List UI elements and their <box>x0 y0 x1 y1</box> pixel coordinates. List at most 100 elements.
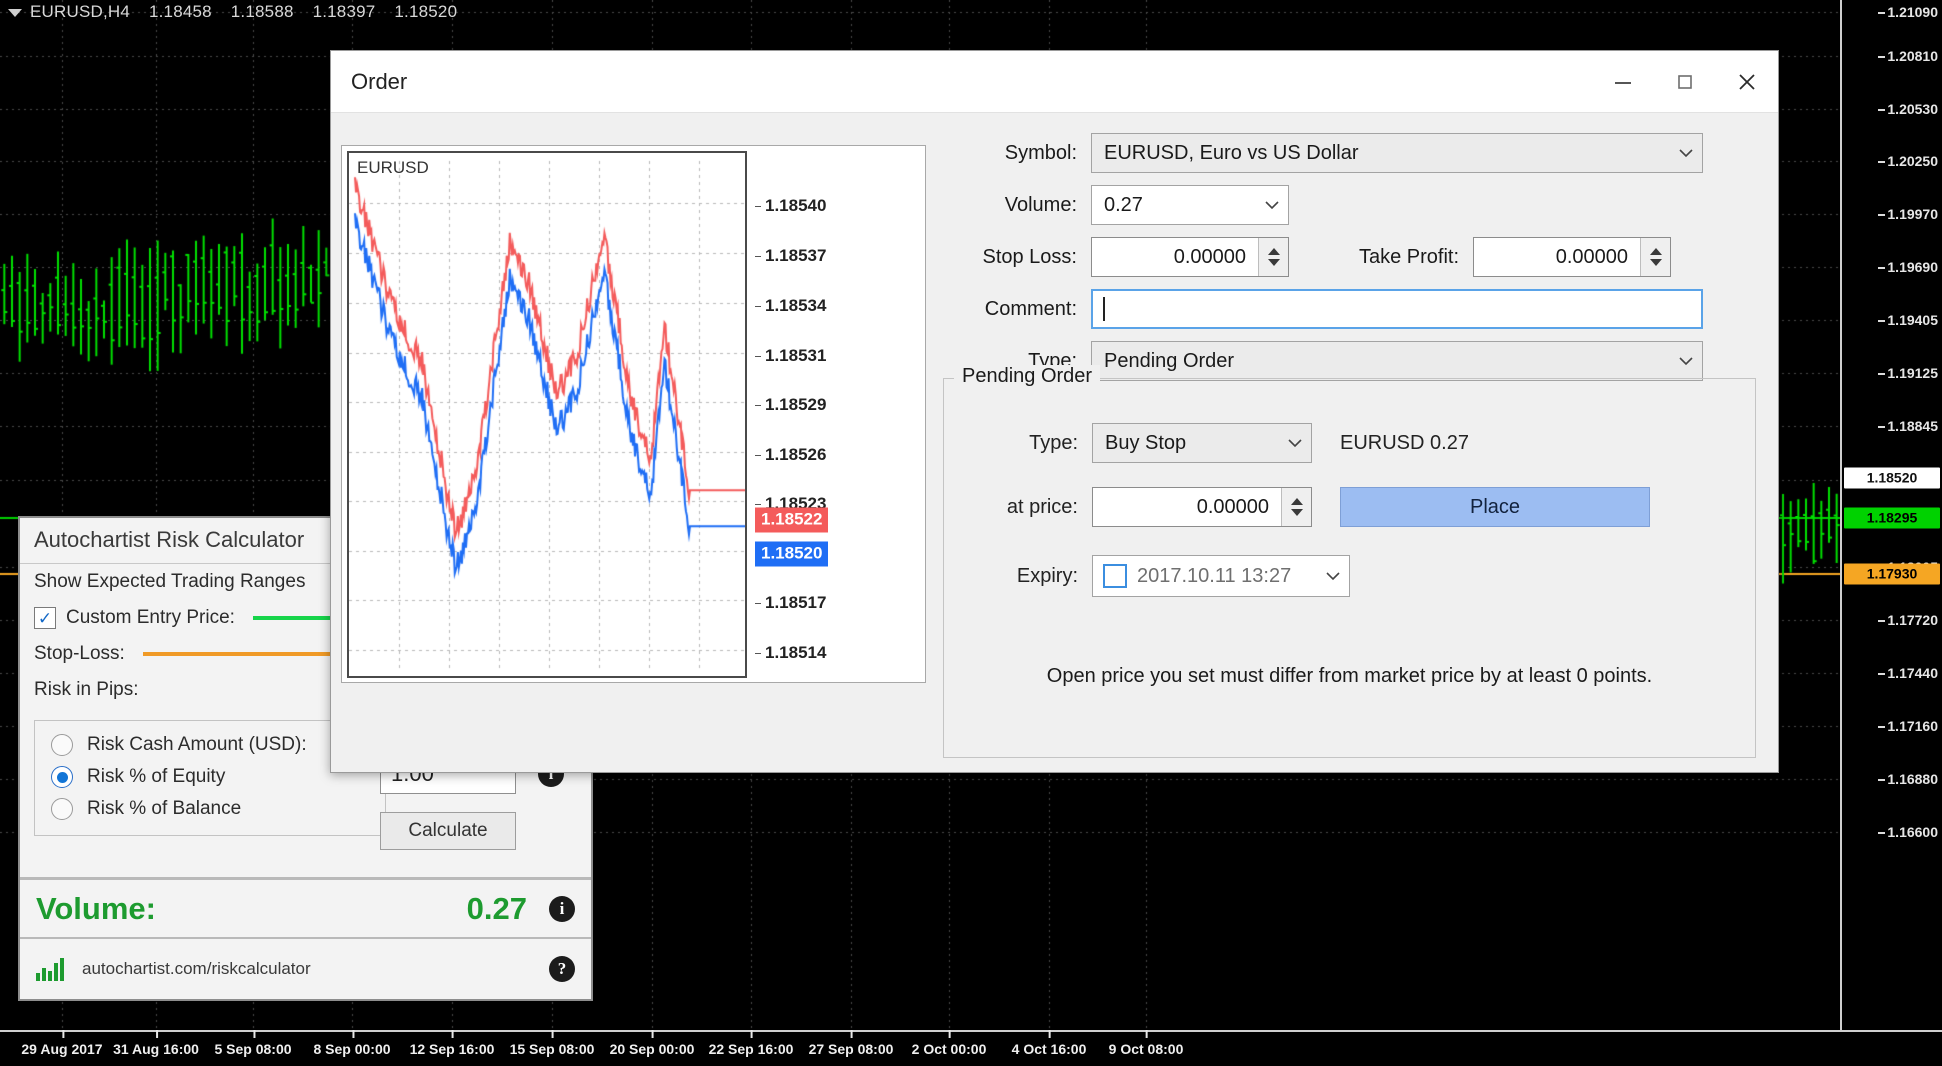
chevron-down-icon <box>1264 200 1280 210</box>
show-ranges-label: Show Expected Trading Ranges <box>34 571 305 593</box>
mini-chart-panel: EURUSD 1.185401.185371.185341.185311.185… <box>341 145 926 683</box>
price-tick: 1.17160 <box>1887 718 1938 734</box>
maximize-icon[interactable] <box>1654 51 1716 112</box>
time-tick: 12 Sep 16:00 <box>410 1041 495 1057</box>
expiry-row: Expiry: 2017.10.11 13:27 <box>944 555 1755 597</box>
time-tick: 29 Aug 2017 <box>21 1041 102 1057</box>
pending-order-group: Pending Order Type: Buy Stop EURUSD 0.27… <box>943 378 1756 758</box>
stop-loss-value: 0.00000 <box>1092 246 1258 269</box>
order-hint-text: Open price you set must differ from mark… <box>944 665 1755 688</box>
autochartist-logo-icon <box>36 957 68 981</box>
mini-price-tick: 1.18526 <box>765 445 826 465</box>
at-price-label: at price: <box>944 496 1092 519</box>
quote-open: 1.18458 <box>149 2 212 21</box>
help-icon[interactable]: ? <box>549 956 575 982</box>
price-tick: 1.19125 <box>1887 365 1938 381</box>
chart-symbol-label: EURUSD,H4 <box>30 2 130 21</box>
chevron-down-icon <box>1287 438 1303 448</box>
radio-risk-cash[interactable] <box>51 734 73 756</box>
price-tag-level: 1.17930 <box>1844 564 1940 585</box>
close-icon[interactable] <box>1716 51 1778 112</box>
info-icon[interactable]: i <box>549 896 575 922</box>
radio-risk-balance[interactable] <box>51 798 73 820</box>
risk-option-balance[interactable]: Risk % of Balance <box>35 793 385 825</box>
price-tick: 1.18845 <box>1887 418 1938 434</box>
quote-close: 1.18520 <box>394 2 457 21</box>
stop-loss-stepper[interactable]: 0.00000 <box>1091 237 1289 277</box>
mini-chart-plot[interactable]: EURUSD <box>347 151 747 678</box>
chevron-down-icon[interactable] <box>8 9 22 17</box>
chart-time-scale[interactable]: 29 Aug 2017 31 Aug 16:00 5 Sep 08:00 8 Sep … <box>0 1030 1942 1066</box>
price-tick: 1.16880 <box>1887 771 1938 787</box>
chevron-down-icon <box>1678 356 1694 366</box>
mini-price-tick: 1.18529 <box>765 395 826 415</box>
order-type-select[interactable]: Pending Order <box>1091 341 1703 381</box>
at-price-spinner[interactable] <box>1281 488 1311 526</box>
volume-select[interactable]: 0.27 <box>1091 185 1289 225</box>
time-tick: 20 Sep 00:00 <box>610 1041 695 1057</box>
comment-input[interactable] <box>1091 289 1703 329</box>
chevron-down-icon <box>1325 571 1341 581</box>
stop-loss-label: Stop-Loss: <box>34 643 125 665</box>
mini-ask-tag: 1.18522 <box>755 508 828 533</box>
mini-price-tick: 1.18534 <box>765 296 826 316</box>
quote-high: 1.18588 <box>231 2 294 21</box>
calculate-button[interactable]: Calculate <box>380 812 516 850</box>
price-tick: 1.21090 <box>1887 4 1938 20</box>
at-price-stepper[interactable]: 0.00000 <box>1092 487 1312 527</box>
order-dialog-titlebar[interactable]: Order <box>331 51 1778 113</box>
time-tick: 5 Sep 08:00 <box>214 1041 291 1057</box>
autochartist-volume-row: Volume: 0.27 i <box>20 877 591 939</box>
mini-chart-symbol-label: EURUSD <box>357 158 429 178</box>
price-tick: 1.20810 <box>1887 48 1938 64</box>
chart-price-scale[interactable]: 1.210901.208101.205301.202501.199701.196… <box>1840 0 1942 1030</box>
expiry-datetime-select[interactable]: 2017.10.11 13:27 <box>1092 555 1350 597</box>
autochartist-volume-value: 0.27 <box>467 891 527 927</box>
risk-option-balance-label: Risk % of Balance <box>87 798 241 820</box>
take-profit-value: 0.00000 <box>1474 246 1640 269</box>
pending-type-row: Type: Buy Stop EURUSD 0.27 <box>944 423 1755 463</box>
expiry-value: 2017.10.11 13:27 <box>1137 565 1291 588</box>
minimize-icon[interactable] <box>1592 51 1654 112</box>
take-profit-stepper[interactable]: 0.00000 <box>1473 237 1671 277</box>
mini-bid-tag: 1.18520 <box>755 542 828 567</box>
autochartist-volume-label: Volume: <box>36 891 156 927</box>
autochartist-footer: autochartist.com/riskcalculator ? <box>20 939 591 999</box>
custom-entry-price-label: Custom Entry Price: <box>66 607 235 629</box>
stop-loss-spinner[interactable] <box>1258 238 1288 276</box>
price-tag-bid: 1.18295 <box>1844 508 1940 529</box>
at-price-row: at price: 0.00000 Place <box>944 487 1755 527</box>
order-dialog-title: Order <box>351 69 407 95</box>
mini-chart-canvas <box>349 153 745 676</box>
chevron-down-icon <box>1678 148 1694 158</box>
price-tick: 1.20530 <box>1887 101 1938 117</box>
order-dialog: Order EURUSD 1.185401.185371.185341.1853… <box>330 50 1779 773</box>
volume-row: Volume: 0.27 <box>943 185 1756 225</box>
pending-type-select[interactable]: Buy Stop <box>1092 423 1312 463</box>
autochartist-url[interactable]: autochartist.com/riskcalculator <box>82 959 311 979</box>
custom-entry-price-checkbox[interactable]: ✓ <box>34 607 56 629</box>
chart-symbol-quote-bar: EURUSD,H4 1.18458 1.18588 1.18397 1.1852… <box>8 2 471 22</box>
mini-price-tick: 1.18514 <box>765 643 826 663</box>
time-tick: 31 Aug 16:00 <box>113 1041 199 1057</box>
volume-label: Volume: <box>943 194 1091 217</box>
radio-risk-equity[interactable] <box>51 766 73 788</box>
symbol-value: EURUSD, Euro vs US Dollar <box>1104 142 1359 165</box>
order-type-value: Pending Order <box>1104 350 1234 373</box>
risk-option-equity-label: Risk % of Equity <box>87 766 225 788</box>
comment-label: Comment: <box>943 298 1091 321</box>
text-caret <box>1103 297 1105 321</box>
symbol-select[interactable]: EURUSD, Euro vs US Dollar <box>1091 133 1703 173</box>
expiry-checkbox[interactable] <box>1103 564 1127 588</box>
time-tick: 8 Sep 00:00 <box>313 1041 390 1057</box>
price-tick: 1.20250 <box>1887 153 1938 169</box>
risk-in-pips-label: Risk in Pips: <box>34 679 139 701</box>
volume-value: 0.27 <box>1104 194 1143 217</box>
take-profit-label: Take Profit: <box>1289 246 1473 269</box>
expiry-label: Expiry: <box>944 565 1092 588</box>
place-button[interactable]: Place <box>1340 487 1650 527</box>
take-profit-spinner[interactable] <box>1640 238 1670 276</box>
mini-price-tick: 1.18531 <box>765 346 826 366</box>
price-tick: 1.17440 <box>1887 665 1938 681</box>
time-tick: 2 Oct 00:00 <box>912 1041 987 1057</box>
